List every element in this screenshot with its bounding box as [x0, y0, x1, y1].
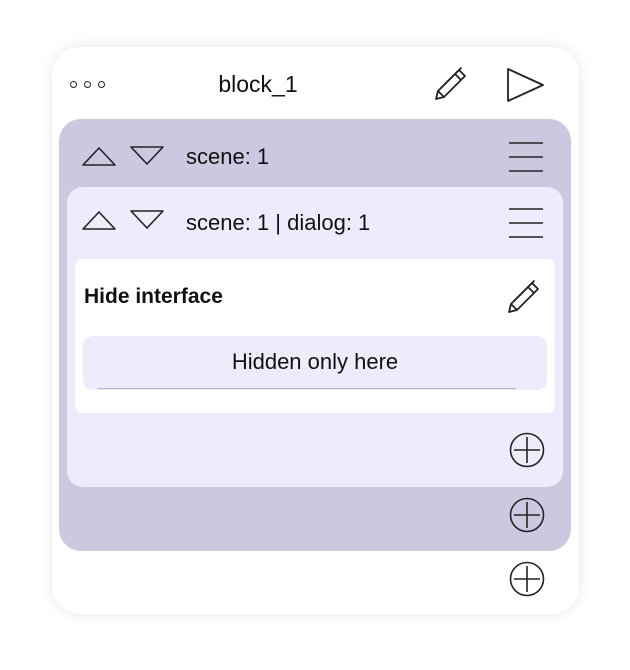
arrow-down-icon [130, 210, 164, 229]
menu-icon [509, 208, 543, 238]
pencil-icon [508, 279, 539, 313]
add-dialog-button[interactable] [509, 497, 545, 538]
block-header: block_1 [52, 47, 579, 119]
dialog-label: scene: 1 | dialog: 1 [186, 210, 371, 235]
block-card: block_1 scene: 1 scene: 1 | dialog: 1 Hi… [52, 47, 579, 614]
play-icon [507, 68, 544, 102]
dialog-container: scene: 1 | dialog: 1 Hide interface Hidd… [67, 187, 563, 487]
move-scene-up-button[interactable] [81, 145, 117, 172]
move-dialog-up-button[interactable] [81, 209, 117, 236]
edit-action-button[interactable] [505, 278, 543, 321]
arrow-up-icon [82, 211, 116, 230]
option-underline [98, 388, 516, 389]
arrow-up-icon [82, 147, 116, 166]
move-dialog-down-button[interactable] [129, 209, 165, 236]
action-title: Hide interface [84, 285, 223, 308]
scene-container: scene: 1 scene: 1 | dialog: 1 Hide inter… [59, 119, 571, 551]
add-action-button[interactable] [509, 432, 545, 473]
pencil-icon [435, 66, 466, 100]
dialog-menu-button[interactable] [508, 207, 544, 244]
add-scene-button[interactable] [509, 561, 545, 602]
action-card: Hide interface Hidden only here [75, 259, 555, 413]
plus-circle-icon [509, 561, 545, 597]
menu-icon [509, 142, 543, 172]
edit-block-button[interactable] [432, 65, 470, 108]
scene-label: scene: 1 [186, 144, 270, 169]
plus-circle-icon [509, 432, 545, 468]
action-option[interactable]: Hidden only here [83, 336, 547, 390]
move-scene-down-button[interactable] [129, 145, 165, 172]
play-button[interactable] [506, 67, 546, 108]
arrow-down-icon [130, 146, 164, 165]
block-title: block_1 [218, 71, 298, 97]
scene-menu-button[interactable] [508, 141, 544, 178]
plus-circle-icon [509, 497, 545, 533]
